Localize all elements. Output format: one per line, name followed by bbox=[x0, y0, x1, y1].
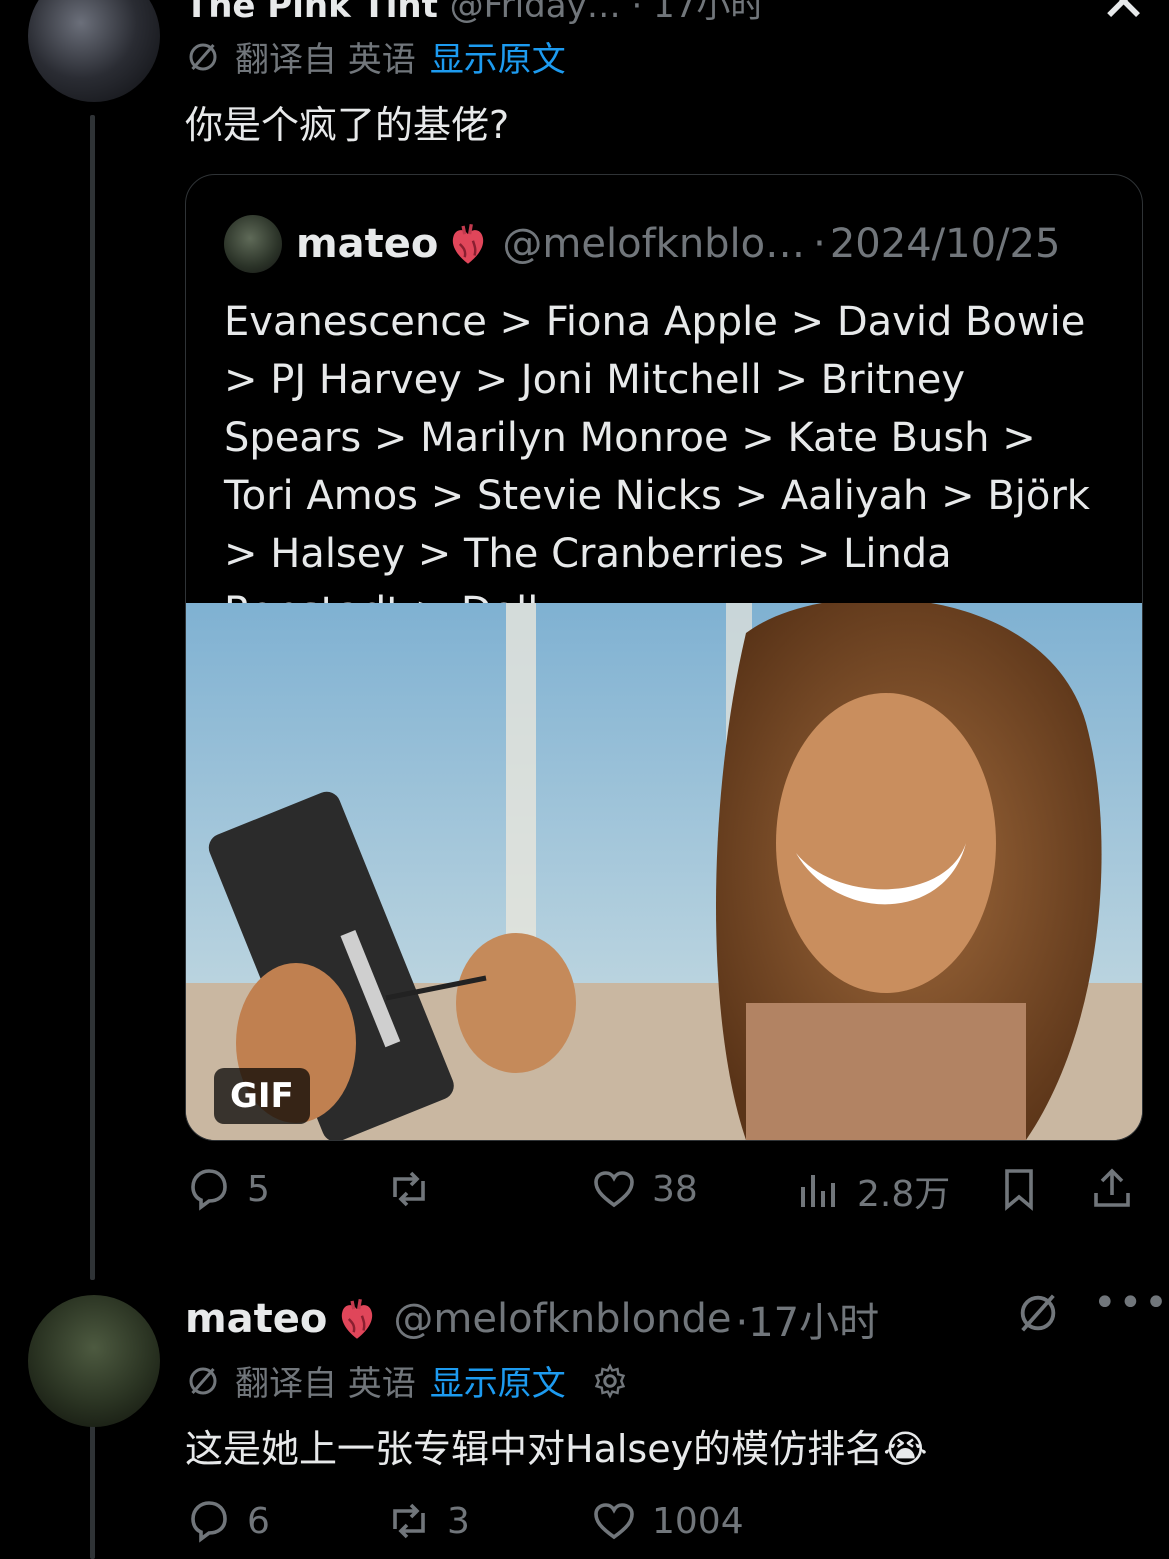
show-original-link[interactable]: 显示原文 bbox=[430, 1356, 566, 1405]
quote-gif-media[interactable]: GIF bbox=[186, 603, 1142, 1140]
reply-avatar[interactable] bbox=[28, 1295, 160, 1427]
like-count: 1004 bbox=[652, 1500, 744, 1542]
reply-translation-row: 翻译自 英语 显示原文 bbox=[185, 1356, 628, 1405]
share-button[interactable] bbox=[1088, 1165, 1136, 1213]
reply-time[interactable]: ·17小时 bbox=[736, 1290, 880, 1348]
anatomical-heart-icon bbox=[453, 224, 484, 264]
translated-from-label: 翻译自 英语 bbox=[235, 1364, 416, 1404]
retweet-button[interactable] bbox=[385, 1165, 447, 1213]
gif-badge: GIF bbox=[214, 1068, 310, 1124]
reply-button[interactable]: 6 bbox=[185, 1497, 270, 1545]
show-original-link[interactable]: 显示原文 bbox=[430, 32, 566, 81]
translated-from-label: 翻译自 英语 bbox=[235, 40, 416, 80]
reply-header: mateo @melofknblonde ·17小时 bbox=[185, 1290, 879, 1348]
handle[interactable]: @Friday… · 17小时 bbox=[450, 0, 765, 26]
translate-icon bbox=[189, 1367, 217, 1394]
heart-icon bbox=[594, 1503, 634, 1540]
anatomical-heart-icon bbox=[342, 1299, 373, 1339]
reply-count: 6 bbox=[247, 1500, 270, 1542]
translation-row: 翻译自 英语 显示原文 bbox=[185, 32, 566, 81]
quote-avatar bbox=[224, 215, 282, 273]
grok-icon[interactable] bbox=[1015, 1290, 1061, 1340]
retweet-icon bbox=[393, 1171, 425, 1207]
reply-button[interactable]: 5 bbox=[185, 1165, 270, 1213]
bookmark-icon bbox=[1005, 1169, 1033, 1211]
reply-icon bbox=[191, 1169, 227, 1211]
reply-handle[interactable]: @melofknblonde bbox=[393, 1296, 731, 1342]
quote-header: mateo @melofknblo… · 2024/10/25 bbox=[224, 215, 1060, 273]
reply-display-name[interactable]: mateo bbox=[185, 1296, 327, 1342]
translate-icon bbox=[189, 43, 217, 70]
tweet-text: 你是个疯了的基佬? bbox=[185, 103, 510, 147]
quote-display-name: mateo bbox=[296, 221, 439, 267]
like-button[interactable]: 1004 bbox=[590, 1497, 744, 1545]
thread-line bbox=[90, 115, 95, 1280]
like-count: 38 bbox=[652, 1168, 698, 1210]
quote-text: Evanescence > Fiona Apple > David Bowie … bbox=[224, 299, 1090, 635]
tweet-header: The Pink Tint @Friday… · 17小时 bbox=[185, 0, 764, 27]
bookmark-button[interactable] bbox=[995, 1165, 1043, 1213]
crying-face-emoji: 😭 bbox=[883, 1427, 928, 1471]
quote-handle: @melofknblo… bbox=[502, 221, 806, 267]
views-icon bbox=[801, 1175, 835, 1207]
views-button[interactable]: 2.8万 bbox=[795, 1165, 950, 1217]
display-name[interactable]: The Pink Tint bbox=[185, 0, 438, 26]
like-button[interactable]: 38 bbox=[590, 1165, 698, 1213]
more-options-icon[interactable]: ••• bbox=[1093, 1280, 1169, 1326]
quote-tweet-card[interactable]: mateo @melofknblo… · 2024/10/25 Evanesce… bbox=[185, 174, 1143, 1141]
share-icon bbox=[1094, 1168, 1130, 1207]
gif-thumbnail-image bbox=[186, 603, 1142, 1140]
reply-text: 这是她上一张专辑中对Halsey的模仿排名 bbox=[185, 1427, 884, 1471]
retweet-count: 3 bbox=[447, 1500, 470, 1542]
reply-count: 5 bbox=[247, 1168, 270, 1210]
reply-text-row: 这是她上一张专辑中对Halsey的模仿排名😭 bbox=[185, 1418, 928, 1473]
avatar[interactable] bbox=[28, 0, 160, 102]
quote-date: 2024/10/25 bbox=[829, 221, 1061, 267]
reply-icon bbox=[191, 1501, 227, 1543]
close-icon[interactable]: ✕ bbox=[1100, 0, 1147, 35]
retweet-button[interactable]: 3 bbox=[385, 1497, 470, 1545]
thread-line-bottom bbox=[90, 1405, 95, 1559]
heart-icon bbox=[594, 1171, 634, 1208]
separator-dot: · bbox=[813, 221, 826, 267]
view-count: 2.8万 bbox=[857, 1174, 951, 1215]
retweet-icon bbox=[393, 1503, 425, 1539]
gear-icon[interactable] bbox=[592, 1362, 628, 1399]
